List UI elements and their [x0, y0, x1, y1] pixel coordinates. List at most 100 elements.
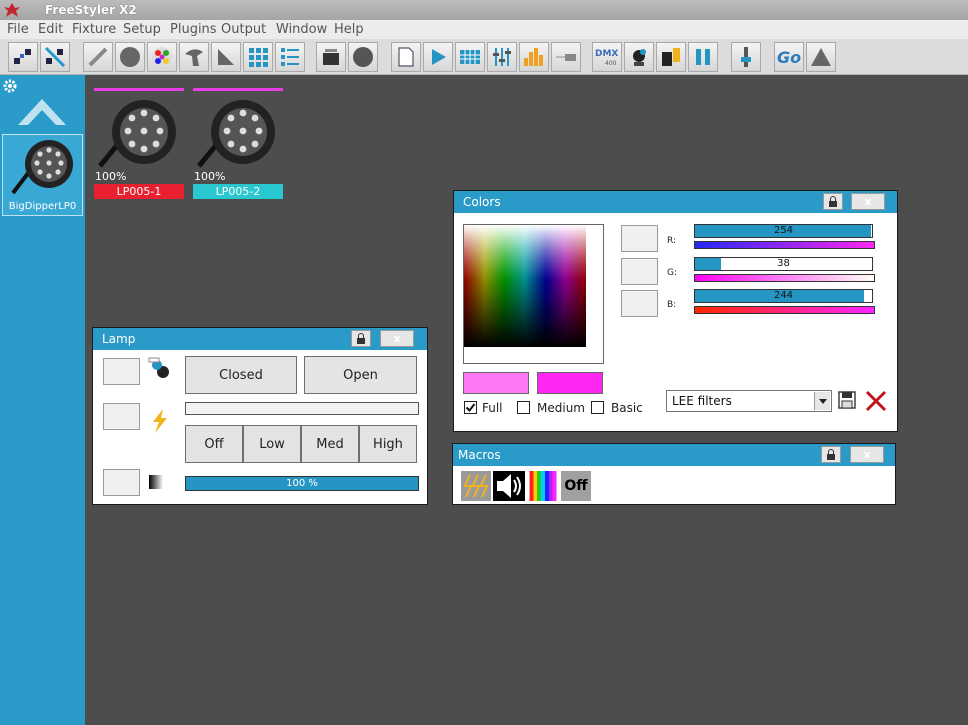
- circle-button[interactable]: [348, 42, 378, 72]
- dmx-in-button[interactable]: DMX 400: [592, 42, 622, 72]
- current-color-swatch: [463, 372, 529, 394]
- green-value: 38: [777, 258, 790, 269]
- macros-window-title: Macros: [458, 448, 501, 462]
- list-icon: [281, 48, 299, 66]
- shape-button[interactable]: [179, 42, 209, 72]
- dimmer-value: 100 %: [286, 478, 318, 489]
- lamp-channel-box[interactable]: [103, 403, 140, 430]
- pen-icon: [88, 47, 108, 67]
- off-macro-button[interactable]: Off: [561, 471, 591, 501]
- menu-file[interactable]: File: [7, 22, 29, 37]
- new-sequence-button[interactable]: [391, 42, 421, 72]
- deselect-fixtures-button[interactable]: [40, 42, 70, 72]
- deselect-icon: [44, 46, 66, 68]
- macros-window: Macros x Off: [452, 443, 896, 505]
- go-label: Go: [776, 47, 802, 67]
- colors-lock-button[interactable]: [823, 193, 843, 210]
- rainbow-macro-button[interactable]: [527, 471, 559, 501]
- pause-button[interactable]: [688, 42, 718, 72]
- colors-window-title: Colors: [463, 195, 501, 209]
- laser-button[interactable]: [551, 42, 581, 72]
- lamp-high-button[interactable]: High: [359, 425, 417, 463]
- cue-button[interactable]: [656, 42, 686, 72]
- strobe-icon: [463, 474, 489, 498]
- sound-macro-button[interactable]: [493, 471, 525, 501]
- filter-select-value: LEE filters: [672, 394, 732, 408]
- red-gradient: [694, 241, 875, 249]
- svg-text:400: 400: [605, 60, 617, 67]
- pen-button[interactable]: [83, 42, 113, 72]
- blackout-button[interactable]: [806, 42, 836, 72]
- medium-checkbox[interactable]: [517, 401, 530, 414]
- lamp-close-button[interactable]: x: [380, 330, 414, 347]
- color-picker-spectrum[interactable]: [464, 225, 586, 347]
- lightning-icon: [153, 409, 167, 433]
- fog-button[interactable]: [316, 42, 346, 72]
- macros-lock-button[interactable]: [821, 446, 841, 463]
- menu-setup[interactable]: Setup: [123, 22, 161, 37]
- master-button[interactable]: [731, 42, 761, 72]
- red-value: 254: [773, 225, 794, 236]
- lamp-med-button[interactable]: Med: [301, 425, 359, 463]
- lamp-status-bar: [185, 402, 419, 415]
- macros-close-button[interactable]: x: [850, 446, 884, 463]
- select-fixtures-button[interactable]: [8, 42, 38, 72]
- blue-channel-box[interactable]: [621, 290, 658, 317]
- app-logo-icon: [4, 3, 20, 17]
- lamp-low-button[interactable]: Low: [243, 425, 301, 463]
- lock-icon: [827, 448, 835, 460]
- lamp-window-title: Lamp: [102, 332, 136, 346]
- chevron-down-icon[interactable]: [814, 392, 830, 410]
- play-icon: [432, 49, 446, 65]
- full-checkbox[interactable]: [464, 401, 477, 414]
- gobo-button[interactable]: [115, 42, 145, 72]
- fixture-label: LP005-1: [94, 184, 184, 199]
- menu-fixture[interactable]: Fixture: [72, 22, 116, 37]
- toolbar: DMX 400 Go: [0, 39, 968, 75]
- lamp-off-button[interactable]: Off: [185, 425, 243, 463]
- closed-button[interactable]: Closed: [185, 356, 297, 394]
- basic-checkbox[interactable]: [591, 401, 604, 414]
- open-button[interactable]: Open: [304, 356, 417, 394]
- menu-plugins[interactable]: Plugins: [170, 22, 217, 37]
- target-color-swatch: [537, 372, 603, 394]
- ramp-icon: [218, 49, 234, 65]
- menu-edit[interactable]: Edit: [38, 22, 63, 37]
- ramp-button[interactable]: [211, 42, 241, 72]
- list-button[interactable]: [275, 42, 305, 72]
- off-macro-label: Off: [564, 478, 588, 494]
- warning-triangle-icon: [811, 48, 831, 66]
- dimmer-slider[interactable]: 100 %: [185, 476, 419, 491]
- fixture-cue-icon: [662, 48, 680, 66]
- save-icon[interactable]: [838, 391, 856, 409]
- sidebar-fixture-item[interactable]: BigDipperLP0: [2, 134, 83, 216]
- colors-window-header: Colors x: [454, 191, 897, 213]
- menu-output[interactable]: Output: [221, 22, 266, 37]
- table-button[interactable]: [455, 42, 485, 72]
- lamp-lock-button[interactable]: [351, 330, 371, 347]
- shutter-channel-box[interactable]: [103, 358, 140, 385]
- menu-window[interactable]: Window: [276, 22, 327, 37]
- green-gradient: [694, 274, 875, 282]
- strobe-macro-button[interactable]: [461, 471, 491, 501]
- dimmer-channel-box[interactable]: [103, 469, 140, 496]
- moving-head-button[interactable]: [624, 42, 654, 72]
- sidebar: BigDipperLP0: [0, 75, 85, 725]
- par-can-icon: [98, 100, 176, 168]
- gear-icon[interactable]: [3, 79, 17, 93]
- menu-help[interactable]: Help: [334, 22, 364, 37]
- delete-icon[interactable]: [865, 390, 887, 412]
- red-channel-box[interactable]: [621, 225, 658, 252]
- color-wheel-button[interactable]: [147, 42, 177, 72]
- lock-icon: [829, 195, 837, 207]
- dmx-icon: DMX400: [595, 49, 618, 67]
- sound-to-light-button[interactable]: [519, 42, 549, 72]
- green-channel-box[interactable]: [621, 258, 658, 285]
- go-button[interactable]: Go: [774, 42, 804, 72]
- filter-select[interactable]: LEE filters: [666, 390, 832, 412]
- matrix-button[interactable]: [243, 42, 273, 72]
- colors-close-button[interactable]: x: [851, 193, 885, 210]
- play-button[interactable]: [423, 42, 453, 72]
- scroll-up-icon[interactable]: [16, 87, 68, 127]
- faders-button[interactable]: [487, 42, 517, 72]
